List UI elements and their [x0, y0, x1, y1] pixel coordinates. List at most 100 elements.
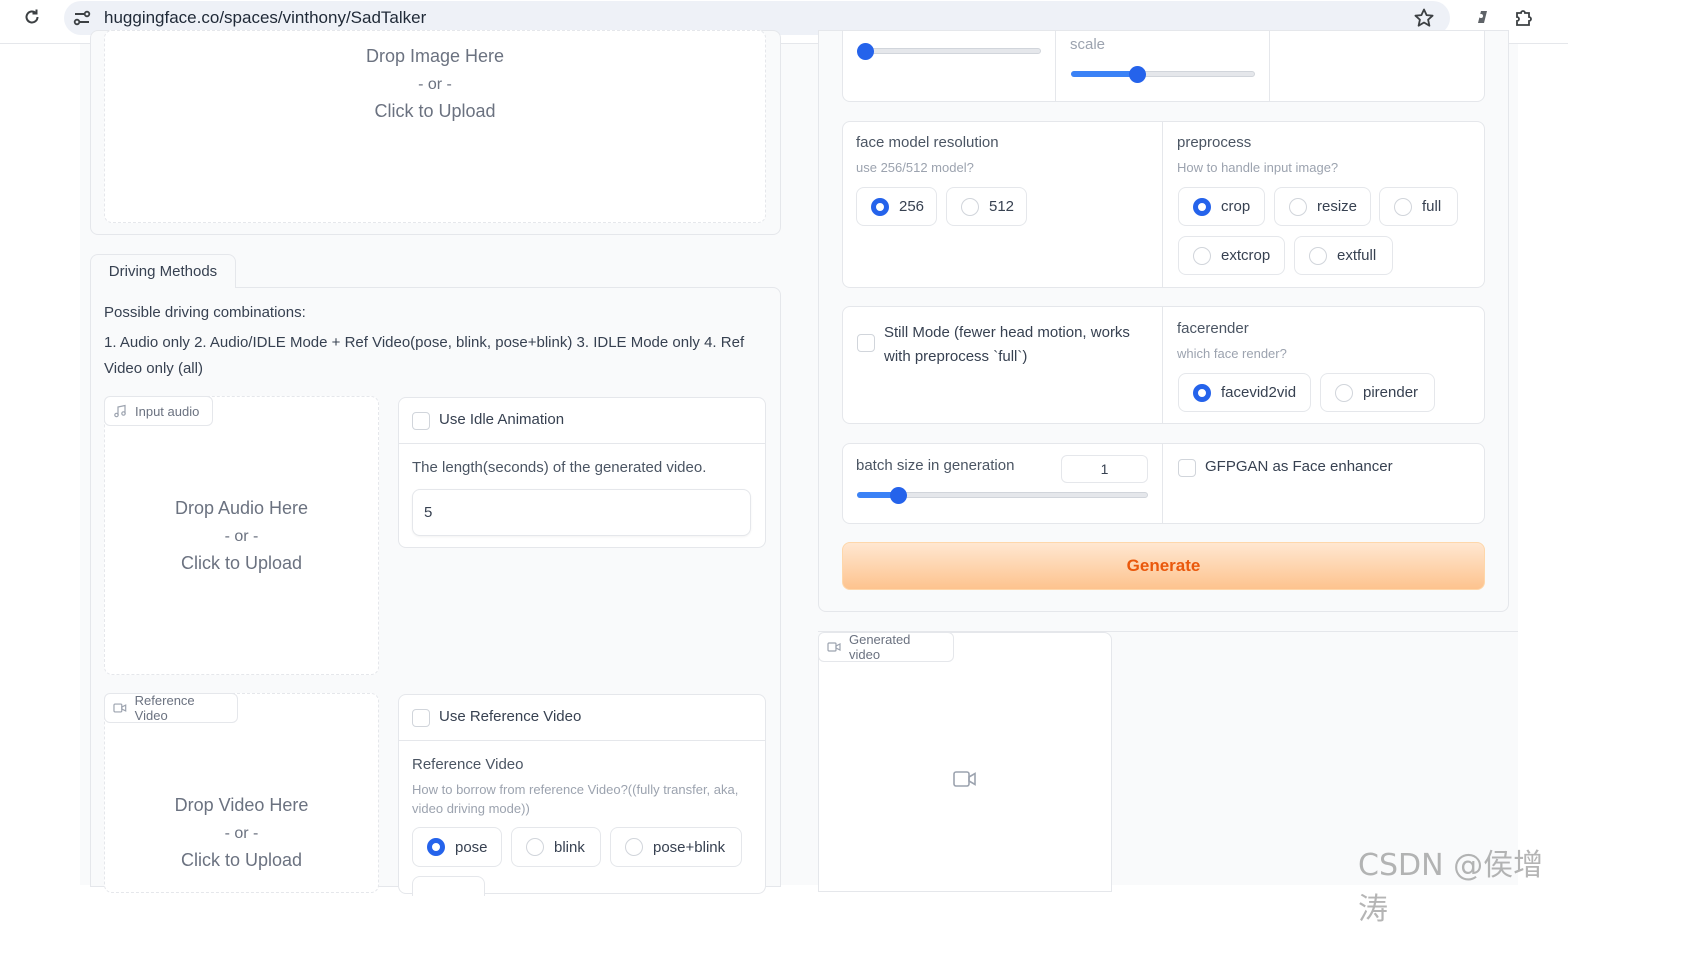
generated-video-tag: Generated video: [818, 632, 954, 662]
radio-facevid2vid-label: facevid2vid: [1221, 384, 1297, 401]
radio-dot: [1193, 197, 1211, 216]
radio-dot: [961, 197, 979, 216]
extension-puzzle-icon[interactable]: [1513, 6, 1535, 28]
site-settings-icon[interactable]: [72, 8, 92, 28]
audio-or-text: - or -: [224, 528, 259, 545]
gfpgan-checkbox[interactable]: [1178, 459, 1196, 477]
slider-handle[interactable]: [889, 487, 907, 504]
profile-icon[interactable]: [1472, 7, 1492, 27]
preprocess-info: How to handle input image?: [1177, 160, 1339, 175]
generate-button[interactable]: Generate: [842, 542, 1485, 590]
scale-label: scale: [1070, 36, 1106, 53]
radio-resize[interactable]: resize: [1274, 187, 1371, 226]
preprocess-label: preprocess: [1177, 134, 1252, 151]
radio-pose-blink[interactable]: pose+blink: [610, 827, 742, 867]
driving-heading: Possible driving combinations:: [104, 304, 306, 321]
video-length-input[interactable]: [412, 489, 751, 536]
radio-dot: [427, 838, 445, 856]
use-idle-animation-checkbox[interactable]: [412, 412, 430, 430]
divider: [1162, 121, 1163, 288]
radio-extfull[interactable]: extfull: [1294, 236, 1393, 275]
radio-facevid2vid[interactable]: facevid2vid: [1178, 373, 1311, 412]
reference-video-tag-label: Reference Video: [134, 693, 195, 723]
face-model-label: face model resolution: [856, 134, 999, 151]
divider: [398, 443, 766, 444]
radio-dot: [625, 838, 643, 856]
csdn-watermark: CSDN @侯增涛: [1358, 848, 1544, 927]
url-text[interactable]: huggingface.co/spaces/vinthony/SadTalker: [104, 8, 426, 28]
divider: [398, 740, 766, 741]
face-model-info: use 256/512 model?: [856, 160, 974, 175]
image-drop-text: Drop Image Here: [365, 46, 505, 66]
driving-description: 1. Audio only 2. Audio/IDLE Mode + Ref V…: [104, 334, 745, 377]
video-camera-icon: [827, 642, 841, 652]
radio-crop-label: crop: [1221, 198, 1251, 215]
radio-pirender-label: pirender: [1363, 384, 1419, 401]
radio-512[interactable]: 512: [946, 187, 1027, 226]
audio-click-text: Click to Upload: [180, 553, 303, 573]
radio-dot: [1289, 197, 1307, 216]
use-reference-video-label: Use Reference Video: [439, 708, 582, 725]
tab-driving-methods[interactable]: Driving Methods: [90, 254, 236, 288]
divider: [1162, 443, 1163, 524]
video-click-text: Click to Upload: [180, 850, 303, 870]
radio-resize-label: resize: [1317, 198, 1358, 215]
still-mode-label-line1: Still Mode (fewer head motion, works: [884, 324, 1130, 341]
radio-full[interactable]: full: [1379, 187, 1458, 226]
gfpgan-label: GFPGAN as Face enhancer: [1205, 458, 1393, 475]
slider-row-card: [842, 30, 1485, 102]
reference-video-tag: Reference Video: [104, 693, 238, 723]
use-reference-video-checkbox[interactable]: [412, 709, 430, 727]
radio-blink[interactable]: blink: [511, 827, 601, 867]
input-audio-label: Input audio: [135, 403, 200, 419]
radio-dot: [1193, 246, 1211, 265]
video-length-value: 5: [424, 504, 433, 521]
radio-dot: [1309, 246, 1327, 265]
video-camera-icon: [113, 703, 127, 713]
slider-track: [857, 48, 1041, 54]
radio-dot: [526, 838, 544, 856]
facerender-label: facerender: [1177, 320, 1249, 337]
radio-crop[interactable]: crop: [1178, 187, 1265, 226]
radio-256-label: 256: [899, 198, 925, 215]
slider-fill: [1071, 71, 1138, 77]
bookmark-star-icon[interactable]: [1413, 7, 1435, 29]
video-drop-text: Drop Video Here: [174, 795, 309, 815]
music-note-icon: [114, 404, 126, 418]
radio-pose-label: pose: [455, 838, 488, 856]
radio-extcrop-label: extcrop: [1221, 247, 1271, 264]
batch-size-slider[interactable]: [857, 487, 1148, 504]
reload-icon[interactable]: [22, 7, 42, 27]
pose-style-slider[interactable]: [857, 43, 1041, 60]
radio-dot: [1193, 383, 1211, 402]
input-audio-tag: Input audio: [104, 396, 213, 426]
video-or-text: - or -: [224, 825, 259, 842]
divider: [1055, 30, 1056, 102]
video-placeholder-icon: [953, 770, 977, 793]
still-mode-label: Still Mode (fewer head motion, works wit…: [884, 321, 1154, 369]
image-or-text: - or -: [418, 76, 452, 93]
batch-gfpgan-card: [842, 443, 1485, 524]
batch-size-input[interactable]: 1: [1061, 455, 1148, 483]
divider: [1269, 30, 1270, 102]
image-click-text: Click to Upload: [374, 101, 496, 121]
radio-all-partial[interactable]: [412, 876, 485, 896]
radio-pirender[interactable]: pirender: [1320, 373, 1435, 412]
radio-extcrop[interactable]: extcrop: [1178, 236, 1285, 275]
radio-dot: [1335, 383, 1353, 402]
radio-extfull-label: extfull: [1337, 247, 1377, 264]
radio-256[interactable]: 256: [856, 187, 937, 226]
generated-video-tag-label: Generated video: [848, 632, 911, 662]
batch-size-label: batch size in generation: [856, 457, 1015, 474]
audio-drop-text: Drop Audio Here: [174, 498, 309, 518]
radio-dot: [1394, 197, 1412, 216]
radio-pose-blink-label: pose+blink: [653, 838, 726, 856]
slider-handle[interactable]: [857, 43, 874, 60]
still-mode-label-line2: with preprocess `full`): [884, 348, 1028, 365]
scale-slider[interactable]: [1071, 66, 1255, 83]
facerender-info: which face render?: [1177, 346, 1287, 361]
radio-pose[interactable]: pose: [412, 827, 502, 867]
radio-blink-label: blink: [554, 838, 585, 856]
still-mode-checkbox[interactable]: [857, 334, 875, 352]
divider: [1162, 306, 1163, 424]
